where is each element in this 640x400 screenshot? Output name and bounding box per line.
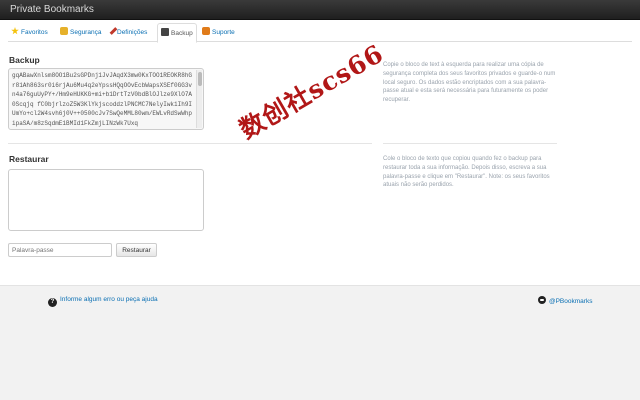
backup-help-text: Copie o bloco de text à esquerda para re… (383, 62, 556, 104)
tab-suporte[interactable]: Suporte (199, 23, 238, 42)
app-title[interactable]: Private Bookmarks (10, 4, 94, 15)
backup-data-text: gqABawXnlsm8OO1Bu2sGPDnj1JvJAqdX3mw0KxTO… (12, 72, 193, 127)
tab-backup[interactable]: Backup (157, 23, 197, 43)
watermark-text: 数创社scs66 (234, 38, 389, 145)
backup-data-textarea[interactable]: gqABawXnlsm8OO1Bu2sGPDnj1JvJAqdX3mw0KxTO… (8, 68, 204, 130)
backup-icon (161, 28, 169, 36)
backup-heading: Backup (9, 55, 40, 65)
tab-label: Backup (171, 30, 193, 37)
help-link[interactable]: ? Informe algum erro ou peça ajuda (48, 296, 158, 307)
tab-bar: Favoritos Segurança Definições Backup Su… (8, 23, 632, 43)
section-divider (8, 143, 372, 144)
star-icon (11, 27, 19, 35)
tab-definicoes[interactable]: Definições (109, 23, 150, 42)
support-icon (202, 27, 210, 35)
question-icon: ? (48, 298, 57, 307)
twitter-icon (538, 296, 546, 304)
footer: ? Informe algum erro ou peça ajuda @PBook… (0, 285, 640, 400)
restore-button[interactable]: Restaurar (116, 243, 157, 257)
tab-label: Segurança (70, 29, 102, 36)
twitter-link[interactable]: @PBookmarks (538, 296, 592, 305)
help-divider (383, 143, 557, 144)
twitter-link-label: @PBookmarks (549, 298, 593, 305)
top-navbar: Private Bookmarks (0, 0, 640, 20)
restore-heading: Restaurar (9, 154, 49, 164)
tab-favoritos[interactable]: Favoritos (8, 23, 51, 42)
tab-seguranca[interactable]: Segurança (57, 23, 104, 42)
password-input[interactable] (8, 243, 112, 257)
restore-data-textarea[interactable] (8, 169, 204, 231)
backup-scrollbar[interactable] (196, 70, 202, 128)
help-link-label: Informe algum erro ou peça ajuda (60, 296, 158, 303)
lock-icon (60, 27, 68, 35)
tab-label: Suporte (212, 29, 235, 36)
tab-label: Definições (117, 29, 148, 36)
tab-label: Favoritos (21, 29, 48, 36)
restore-help-text: Cole o bloco de texto que copiou quando … (383, 156, 550, 189)
